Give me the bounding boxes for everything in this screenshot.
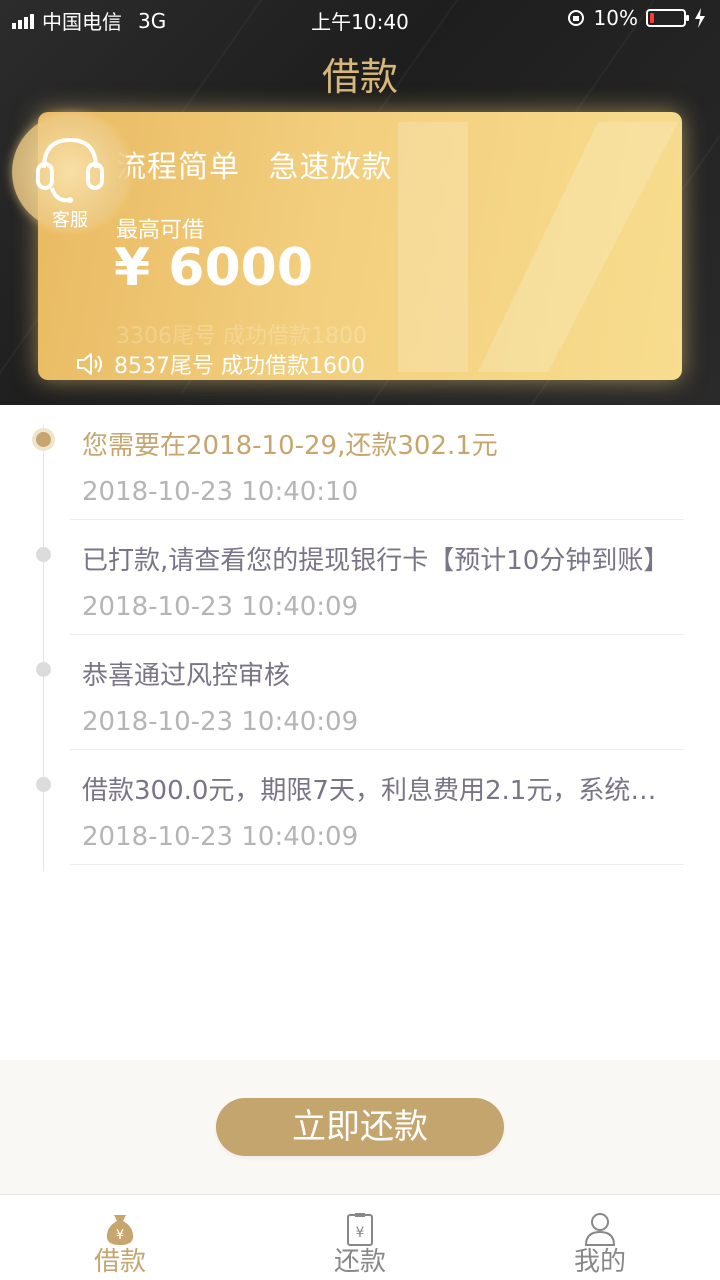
speaker-icon: [77, 353, 102, 375]
timeline-time: 2018-10-23 10:40:09: [82, 822, 359, 852]
tab-repay[interactable]: ¥ 还款: [240, 1195, 480, 1280]
timeline-dot: [36, 547, 51, 562]
timeline-item: 已打款,请查看您的提现银行卡【预计10分钟到账】 2018-10-23 10:4…: [70, 520, 684, 635]
timeline-time: 2018-10-23 10:40:10: [82, 477, 359, 507]
svg-text:¥: ¥: [356, 1225, 365, 1241]
timeline-dot: [36, 662, 51, 677]
timeline-line: [43, 425, 44, 871]
battery-icon: [646, 9, 689, 27]
tab-label: 借款: [93, 1247, 146, 1277]
tab-borrow[interactable]: ¥ 借款: [0, 1195, 240, 1280]
ticker-text: 8537尾号 成功借款1600: [114, 354, 365, 379]
loan-card: 流程简单 急速放款 最高可借 ¥ 6000 3306尾号 成功借款1800 85…: [38, 112, 682, 380]
headset-icon: [36, 137, 104, 203]
rotation-lock-icon: [567, 10, 584, 26]
logo-watermark: [398, 122, 678, 372]
page-title: 借款: [321, 55, 398, 99]
timeline-text: 恭喜通过风控审核: [82, 661, 291, 691]
timeline-text: 已打款,请查看您的提现银行卡【预计10分钟到账】: [82, 546, 670, 576]
timeline-item: 恭喜通过风控审核 2018-10-23 10:40:09: [70, 635, 684, 750]
header: 中国电信 3G 上午10:40 10% 借款 流程简单 急速放款 最高可借 ¥ …: [0, 0, 720, 405]
timeline-item: 借款300.0元，期限7天，利息费用2.1元，系统审核中 2018-10-23 …: [70, 750, 684, 865]
ticker-current: 8537尾号 成功借款1600: [76, 348, 365, 380]
timeline-list: 您需要在2018-10-29,还款302.1元 2018-10-23 10:40…: [0, 405, 720, 1060]
action-area: 立即还款: [0, 1060, 720, 1194]
timeline-item: 您需要在2018-10-29,还款302.1元 2018-10-23 10:40…: [70, 405, 684, 520]
ticker-previous: 3306尾号 成功借款1800: [116, 324, 367, 349]
timeline-time: 2018-10-23 10:40:09: [82, 707, 359, 737]
timeline-dot: [36, 432, 51, 447]
timeline-text: 您需要在2018-10-29,还款302.1元: [82, 431, 498, 461]
timeline-time: 2018-10-23 10:40:09: [82, 592, 359, 622]
tab-bar: ¥ 借款 ¥ 还款 我的: [0, 1194, 720, 1280]
timeline-text: 借款300.0元，期限7天，利息费用2.1元，系统审核中: [82, 776, 682, 806]
timeline-dot: [36, 777, 51, 792]
status-bar: 中国电信 3G 上午10:40 10%: [0, 0, 720, 36]
charging-icon: [695, 8, 705, 28]
customer-service-button[interactable]: 客服: [12, 114, 128, 231]
tab-mine[interactable]: 我的: [480, 1195, 720, 1280]
max-borrow-amount: ¥ 6000: [114, 238, 314, 298]
battery-percent: 10%: [593, 6, 638, 30]
tab-label: 我的: [573, 1247, 626, 1277]
card-slogan: 流程简单 急速放款: [116, 150, 393, 185]
service-label: 客服: [52, 210, 88, 231]
tab-label: 还款: [333, 1247, 386, 1277]
repay-now-button[interactable]: 立即还款: [216, 1098, 504, 1156]
